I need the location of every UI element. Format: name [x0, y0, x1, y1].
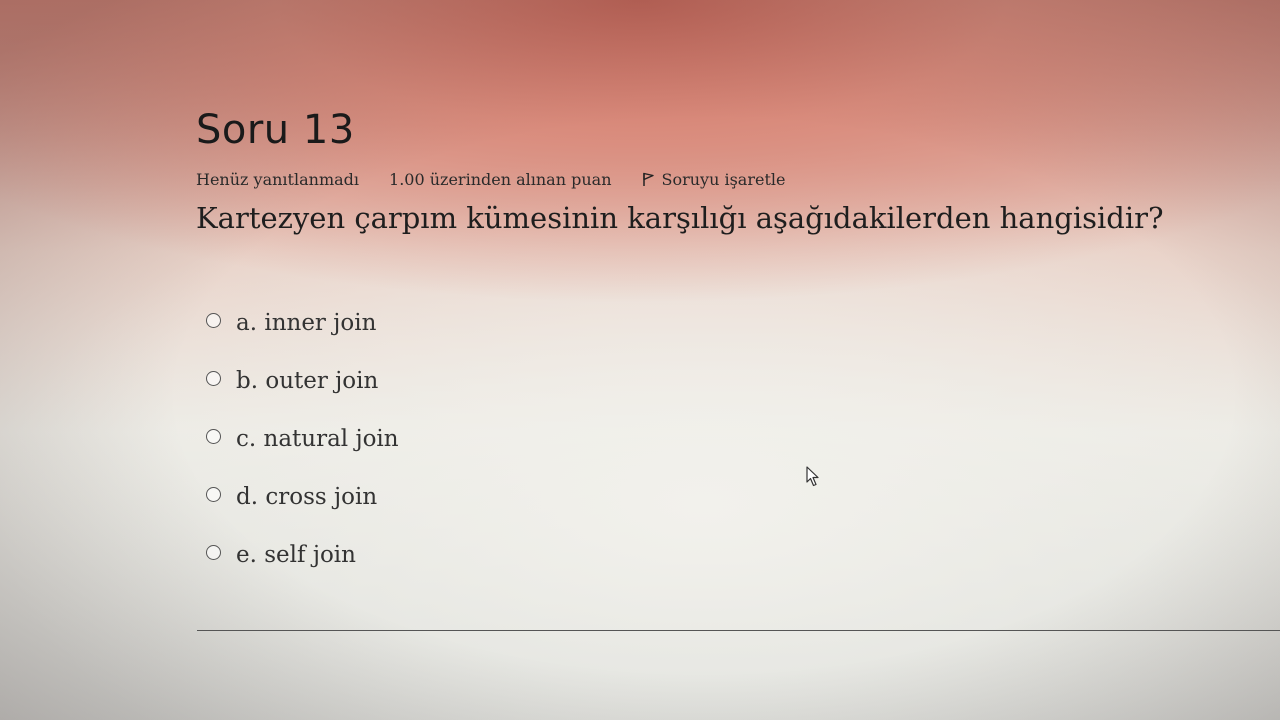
answer-option-b[interactable]: b. outer join — [206, 352, 1280, 410]
answer-c-label: c. natural join — [236, 426, 399, 452]
question-grade: 1.00 üzerinden alınan puan — [389, 169, 612, 189]
answer-a-radio[interactable] — [206, 312, 221, 328]
answer-b-label: b. outer join — [236, 368, 379, 394]
flag-question-label: Soruyu işaretle — [661, 169, 786, 189]
flag-question-toggle[interactable]: Soruyu işaretle — [642, 169, 786, 189]
answer-d-radio[interactable] — [206, 486, 221, 502]
flag-icon — [642, 171, 656, 187]
question-info: Henüz yanıtlanmadı 1.00 üzerinden alınan… — [196, 168, 1280, 190]
question-divider — [197, 630, 1280, 631]
question-block: Soru 13 Henüz yanıtlanmadı 1.00 üzerinde… — [196, 100, 1280, 584]
answer-a-label: a. inner join — [236, 310, 377, 336]
answer-option-a[interactable]: a. inner join — [206, 294, 1280, 352]
question-title: Soru 13 — [196, 107, 355, 153]
answer-options: a. inner join b. outer join c. natural j… — [196, 294, 1280, 584]
answer-e-radio[interactable] — [206, 544, 221, 560]
question-status: Henüz yanıtlanmadı — [196, 169, 360, 189]
question-text: Kartezyen çarpım kümesinin karşılığı aşa… — [196, 201, 1164, 235]
answer-b-radio[interactable] — [206, 370, 221, 386]
answer-c-radio[interactable] — [206, 428, 221, 444]
mouse-pointer-icon — [806, 466, 820, 492]
answer-option-d[interactable]: d. cross join — [206, 468, 1280, 526]
answer-option-e[interactable]: e. self join — [206, 526, 1280, 584]
answer-d-label: d. cross join — [236, 484, 378, 510]
answer-option-c[interactable]: c. natural join — [206, 410, 1280, 468]
answer-e-label: e. self join — [236, 542, 356, 568]
